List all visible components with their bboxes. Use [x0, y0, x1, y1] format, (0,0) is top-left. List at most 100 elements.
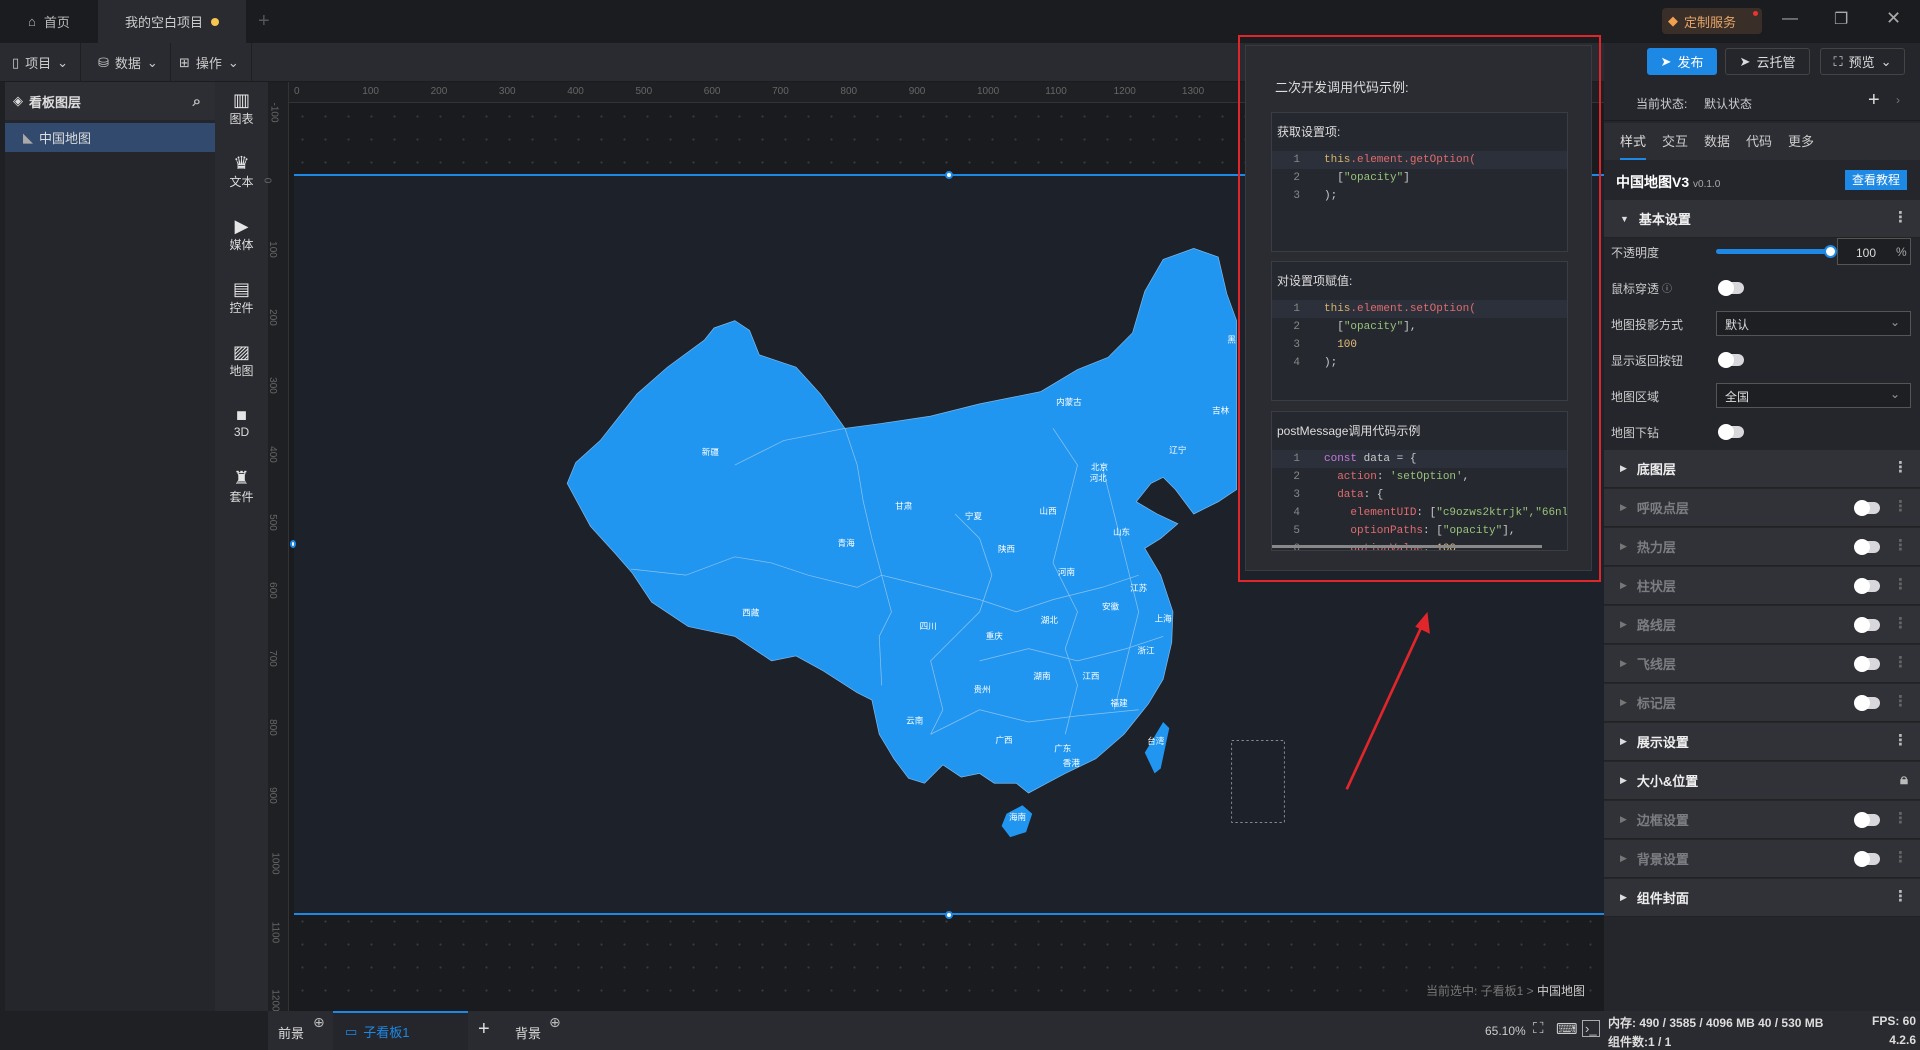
section-5[interactable]: ▶ 飞线层 ⋮ — [1604, 645, 1920, 683]
add-state-button[interactable]: + — [1868, 89, 1880, 112]
more-icon[interactable]: ⋮ — [1893, 888, 1908, 906]
ruler-tick-label: 500 — [635, 86, 653, 97]
ruler-tick-label: 400 — [567, 86, 584, 97]
caret-right-icon: ▶ — [1620, 580, 1627, 590]
chevron-right-icon[interactable]: › — [1896, 93, 1900, 107]
more-icon[interactable]: ⋮ — [1893, 576, 1908, 594]
section-3[interactable]: ▶ 柱状层 ⋮ — [1604, 567, 1920, 605]
resize-handle-bottom[interactable] — [945, 911, 953, 919]
opacity-slider[interactable] — [1716, 245, 1837, 258]
add-background-icon[interactable]: ⊕ — [549, 1014, 561, 1031]
section-toggle[interactable] — [1854, 812, 1880, 828]
section-11[interactable]: ▶ 组件封面 ⋮ — [1604, 879, 1920, 917]
layer-item[interactable]: ◣ 中国地图 — [5, 123, 215, 152]
view-tutorial-button[interactable]: 查看教程 — [1845, 170, 1907, 190]
cloud-host-button[interactable]: ➤ 云托管 — [1725, 48, 1810, 75]
new-tab-button[interactable]: + — [258, 10, 270, 33]
strip-item-6[interactable]: ♜ 套件 — [215, 468, 268, 505]
minimize-button[interactable]: — — [1782, 10, 1798, 28]
more-icon[interactable]: ⋮ — [1893, 209, 1908, 227]
state-value[interactable]: 默认状态 — [1704, 95, 1752, 112]
operate-menu[interactable]: ⊞ 操作 ⌄ — [167, 43, 252, 82]
section-basic-settings[interactable]: ▼ 基本设置 ⋮ — [1604, 200, 1920, 238]
resize-handle-left[interactable] — [290, 540, 296, 548]
section-9[interactable]: ▶ 边框设置 ⋮ — [1604, 801, 1920, 839]
fit-screen-icon[interactable]: ⛶ — [1533, 1020, 1544, 1037]
strip-item-2[interactable]: ▶ 媒体 — [215, 216, 268, 253]
add-board-button[interactable]: + — [478, 1018, 490, 1041]
region-select[interactable]: 全国 ⌄ — [1716, 383, 1911, 408]
keyboard-icon[interactable]: ⌨ — [1556, 1020, 1578, 1038]
help-icon[interactable]: ⓘ — [1662, 280, 1672, 295]
more-icon[interactable]: ⋮ — [1893, 459, 1908, 477]
project-menu[interactable]: ▯ 项目 ⌄ — [0, 43, 82, 82]
more-icon[interactable]: ⋮ — [1893, 498, 1908, 516]
tab-4[interactable]: 更多 — [1788, 131, 1814, 158]
section-6[interactable]: ▶ 标记层 ⋮ — [1604, 684, 1920, 722]
ruler-tick-label: 800 — [266, 718, 278, 736]
tab-3[interactable]: 代码 — [1746, 131, 1772, 158]
section-10[interactable]: ▶ 背景设置 ⋮ — [1604, 840, 1920, 878]
more-icon[interactable]: ⋮ — [1893, 654, 1908, 672]
tab-board-1[interactable]: ▭ 子看板1 — [333, 1011, 468, 1050]
publish-button[interactable]: ➤ 发布 — [1647, 48, 1717, 75]
section-2[interactable]: ▶ 热力层 ⋮ — [1604, 528, 1920, 566]
strip-item-0[interactable]: ▥ 图表 — [215, 90, 268, 127]
tab-home[interactable]: ⌂ 首页 — [0, 0, 98, 43]
opacity-input[interactable]: 100% — [1837, 238, 1911, 265]
strip-item-label: 套件 — [229, 490, 254, 504]
custom-service-button[interactable]: ◆ 定制服务 — [1662, 8, 1762, 34]
add-foreground-icon[interactable]: ⊕ — [313, 1014, 325, 1031]
tab-0[interactable]: 样式 — [1620, 131, 1647, 160]
restore-button[interactable]: ❐ — [1834, 9, 1848, 29]
component-title: 中国地图V3 v0.1.0 — [1616, 172, 1720, 192]
strip-item-4[interactable]: ▨ 地图 — [215, 342, 268, 379]
zoom-level[interactable]: 65.10% — [1485, 1024, 1526, 1038]
section-7[interactable]: ▶ 展示设置 ⋮ — [1604, 723, 1920, 761]
drilldown-toggle[interactable] — [1718, 424, 1744, 440]
section-toggle[interactable] — [1854, 617, 1880, 633]
title-bar: ⌂ 首页 我的空白项目 + ◆ 定制服务 — ❐ ✕ — [0, 0, 1920, 43]
tab-project[interactable]: 我的空白项目 — [98, 0, 246, 43]
strip-item-1[interactable]: ♛ 文本 — [215, 153, 268, 190]
ruler-tick-label: 800 — [840, 86, 858, 97]
more-icon[interactable]: ⋮ — [1893, 537, 1908, 555]
lock-icon[interactable]: 🔒︎ — [1900, 771, 1908, 789]
projection-select[interactable]: 默认 ⌄ — [1716, 311, 1911, 336]
section-toggle[interactable] — [1854, 539, 1880, 555]
tab-1[interactable]: 交互 — [1662, 131, 1688, 158]
slider-thumb[interactable] — [1824, 245, 1837, 258]
strip-item-label: 文本 — [229, 175, 254, 189]
resize-handle-top[interactable] — [945, 171, 953, 179]
layer-item-label: 中国地图 — [39, 131, 92, 146]
section-1[interactable]: ▶ 呼吸点层 ⋮ — [1604, 489, 1920, 527]
section-toggle[interactable] — [1854, 500, 1880, 516]
more-icon[interactable]: ⋮ — [1893, 810, 1908, 828]
preview-button[interactable]: ⛶ 预览 ⌄ — [1820, 48, 1905, 75]
section-toggle[interactable] — [1854, 695, 1880, 711]
strip-item-3[interactable]: ▤ 控件 — [215, 279, 268, 316]
terminal-icon[interactable]: ›_ — [1582, 1020, 1600, 1037]
section-toggle[interactable] — [1854, 578, 1880, 594]
search-icon[interactable]: ⌕ — [193, 93, 201, 110]
data-menu[interactable]: ⛁ 数据 ⌄ — [86, 43, 171, 82]
ruler-tick-label: 500 — [266, 513, 278, 531]
board-tabs-bar: 前景 ⊕ ▭ 子看板1 + 背景 ⊕ 65.10% ⛶ ⌨ ›_ — [268, 1011, 1604, 1050]
background-tab[interactable]: 背景 — [515, 1023, 541, 1042]
section-toggle[interactable] — [1854, 851, 1880, 867]
foreground-tab[interactable]: 前景 — [278, 1023, 304, 1042]
close-button[interactable]: ✕ — [1886, 8, 1901, 29]
strip-item-5[interactable]: ■ 3D — [215, 405, 268, 439]
more-icon[interactable]: ⋮ — [1893, 615, 1908, 633]
more-icon[interactable]: ⋮ — [1893, 693, 1908, 711]
back-button-toggle[interactable] — [1718, 352, 1744, 368]
mouse-through-toggle[interactable] — [1718, 280, 1744, 296]
more-icon[interactable]: ⋮ — [1893, 849, 1908, 867]
section-8[interactable]: ▶ 大小&位置 🔒︎ — [1604, 762, 1920, 800]
tab-2[interactable]: 数据 — [1704, 131, 1730, 158]
section-0[interactable]: ▶ 底图层 ⋮ — [1604, 450, 1920, 488]
section-toggle[interactable] — [1854, 656, 1880, 672]
operate-menu-label: 操作 — [195, 56, 222, 71]
section-4[interactable]: ▶ 路线层 ⋮ — [1604, 606, 1920, 644]
more-icon[interactable]: ⋮ — [1893, 732, 1908, 750]
